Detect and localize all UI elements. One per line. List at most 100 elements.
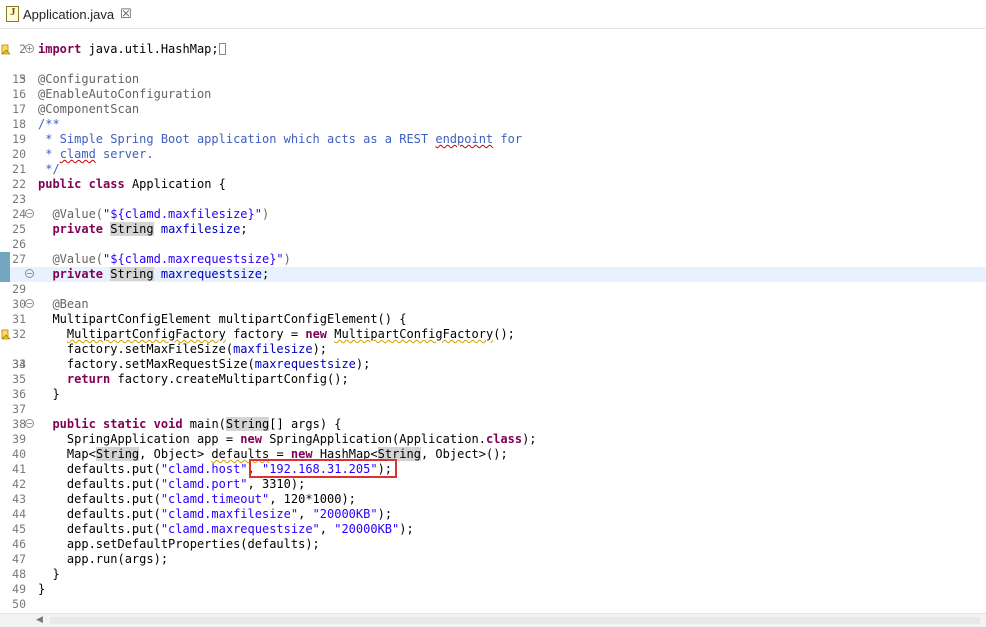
string-literal: "clamd.timeout"	[160, 492, 270, 506]
java-file-icon	[6, 6, 19, 22]
punctuation: ,	[269, 492, 284, 506]
variable: factory =	[225, 327, 306, 341]
code-line: 15	[0, 57, 986, 86]
code-line: 32 MultipartConfigElement multipartConfi…	[0, 312, 986, 341]
keyword: new	[290, 447, 313, 461]
punctuation: , Object>();	[420, 447, 508, 461]
warning-icon[interactable]	[1, 329, 11, 340]
javadoc-comment: */	[38, 162, 60, 176]
punctuation: );	[290, 477, 306, 491]
punctuation: ,	[319, 522, 335, 536]
punctuation: ,	[247, 462, 262, 476]
code-line: 21 * clamd server.	[0, 147, 986, 176]
method-call: factory.setMaxFileSize(	[66, 342, 234, 356]
javadoc-comment: *	[38, 147, 60, 161]
method-signature: [] args) {	[269, 417, 342, 431]
annotation: @ComponentScan	[38, 102, 140, 116]
code-line: 28 @Value("${clamd.maxrequestsize}")	[10, 252, 986, 281]
collapse-icon[interactable]: −	[25, 209, 34, 218]
collapse-icon[interactable]: −	[25, 299, 34, 308]
code-line: 25 − @Value("${clamd.maxfilesize}")	[0, 207, 986, 236]
code-line: 18 @ComponentScan	[0, 102, 986, 131]
code-line: 46 defaults.put("clamd.maxrequestsize", …	[0, 522, 986, 551]
tab-application-java[interactable]: Application.java ☒	[0, 0, 140, 28]
annotation: )	[283, 252, 291, 266]
punctuation: );	[355, 357, 371, 371]
keyword: void	[153, 417, 183, 431]
code-line: 3 + import java.util.HashMap;	[0, 42, 986, 86]
string-literal: "${clamd.maxrequestsize}"	[103, 252, 284, 266]
punctuation: }	[52, 567, 60, 581]
punctuation: );	[341, 492, 356, 506]
code-line: 51	[0, 597, 986, 613]
keyword: public	[52, 417, 96, 431]
collapse-icon[interactable]: −	[25, 269, 34, 278]
constructor-call: HashMap<	[312, 447, 378, 461]
javadoc-comment: for	[493, 132, 523, 146]
code-line: 48 app.run(args);	[0, 552, 986, 581]
number-literal: 120*1000	[283, 492, 342, 506]
type-name: Map<	[66, 447, 96, 461]
code-line: 2	[0, 28, 986, 56]
javadoc-comment: endpoint	[435, 132, 494, 146]
horizontal-scrollbar[interactable]: ◀	[0, 613, 986, 627]
keyword: class	[88, 177, 125, 191]
number-literal: 3310	[261, 477, 291, 491]
type-name: String	[225, 417, 270, 431]
string-literal: "clamd.maxrequestsize"	[160, 522, 320, 536]
annotation: )	[261, 207, 270, 221]
code-line: 41 Map<String, Object> defaults = new Ha…	[0, 447, 986, 476]
constructor-call: SpringApplication(Application.	[261, 432, 486, 446]
keyword: class	[485, 432, 523, 446]
code-line: 34 factory.setMaxFileSize(maxfilesize);	[0, 342, 986, 371]
code-line: 49 }	[0, 567, 986, 596]
annotation: @Bean	[52, 297, 89, 311]
expand-icon[interactable]: +	[25, 44, 34, 53]
code-line: 31 − @Bean	[0, 297, 986, 326]
punctuation: ;	[262, 267, 270, 281]
keyword: new	[305, 327, 328, 341]
punctuation: );	[312, 342, 328, 356]
keyword: public	[38, 177, 82, 191]
javadoc-comment: server.	[95, 147, 154, 161]
annotation: @EnableAutoConfiguration	[38, 87, 212, 101]
type-name: String	[95, 447, 140, 461]
punctuation: );	[377, 462, 393, 476]
warning-icon[interactable]	[1, 44, 11, 55]
keyword: static	[103, 417, 147, 431]
punctuation: ,	[298, 507, 313, 521]
code-line: 44 defaults.put("clamd.timeout", 120*100…	[0, 492, 986, 521]
collapsed-imports-icon[interactable]	[218, 43, 226, 55]
punctuation: );	[522, 432, 537, 446]
close-icon[interactable]: ☒	[120, 6, 132, 22]
field-name: maxrequestsize	[254, 357, 356, 371]
punctuation: }	[52, 387, 60, 401]
punctuation: ,	[247, 477, 262, 491]
code-line: 37 }	[0, 387, 986, 416]
string-literal: "clamd.port"	[160, 477, 248, 491]
method-signature: main(	[182, 417, 226, 431]
scrollbar-thumb[interactable]	[50, 617, 980, 624]
punctuation: );	[399, 522, 414, 536]
punctuation: =	[269, 447, 291, 461]
editor-tab-bar: Application.java ☒	[0, 0, 986, 29]
code-line: 22 */	[0, 162, 986, 191]
code-line: 30	[0, 282, 986, 311]
method-call: app.run(args);	[66, 552, 169, 566]
method-signature: MultipartConfigElement multipartConfigEl…	[52, 312, 407, 326]
field-name: maxfilesize	[160, 222, 241, 236]
javadoc-comment: * Simple Spring Boot application which a…	[38, 132, 436, 146]
return-statement: factory.createMultipartConfig();	[110, 372, 349, 386]
code-editor[interactable]: 2 3 + import java.util.HashMap; 15 16 @C…	[0, 28, 986, 613]
code-line: 47 app.setDefaultProperties(defaults);	[0, 537, 986, 566]
scroll-left-icon[interactable]: ◀	[36, 615, 43, 625]
collapse-icon[interactable]: −	[25, 419, 34, 428]
method-call: app.setDefaultProperties(defaults);	[66, 537, 320, 551]
annotation: @Configuration	[38, 72, 140, 86]
code-line: 50 }	[0, 582, 986, 611]
code-line: 36 return factory.createMultipartConfig(…	[0, 372, 986, 401]
keyword: return	[66, 372, 111, 386]
string-literal: "clamd.maxfilesize"	[160, 507, 299, 521]
code-line: 45 defaults.put("clamd.maxfilesize", "20…	[0, 507, 986, 536]
method-call: factory.setMaxRequestSize(	[66, 357, 255, 371]
